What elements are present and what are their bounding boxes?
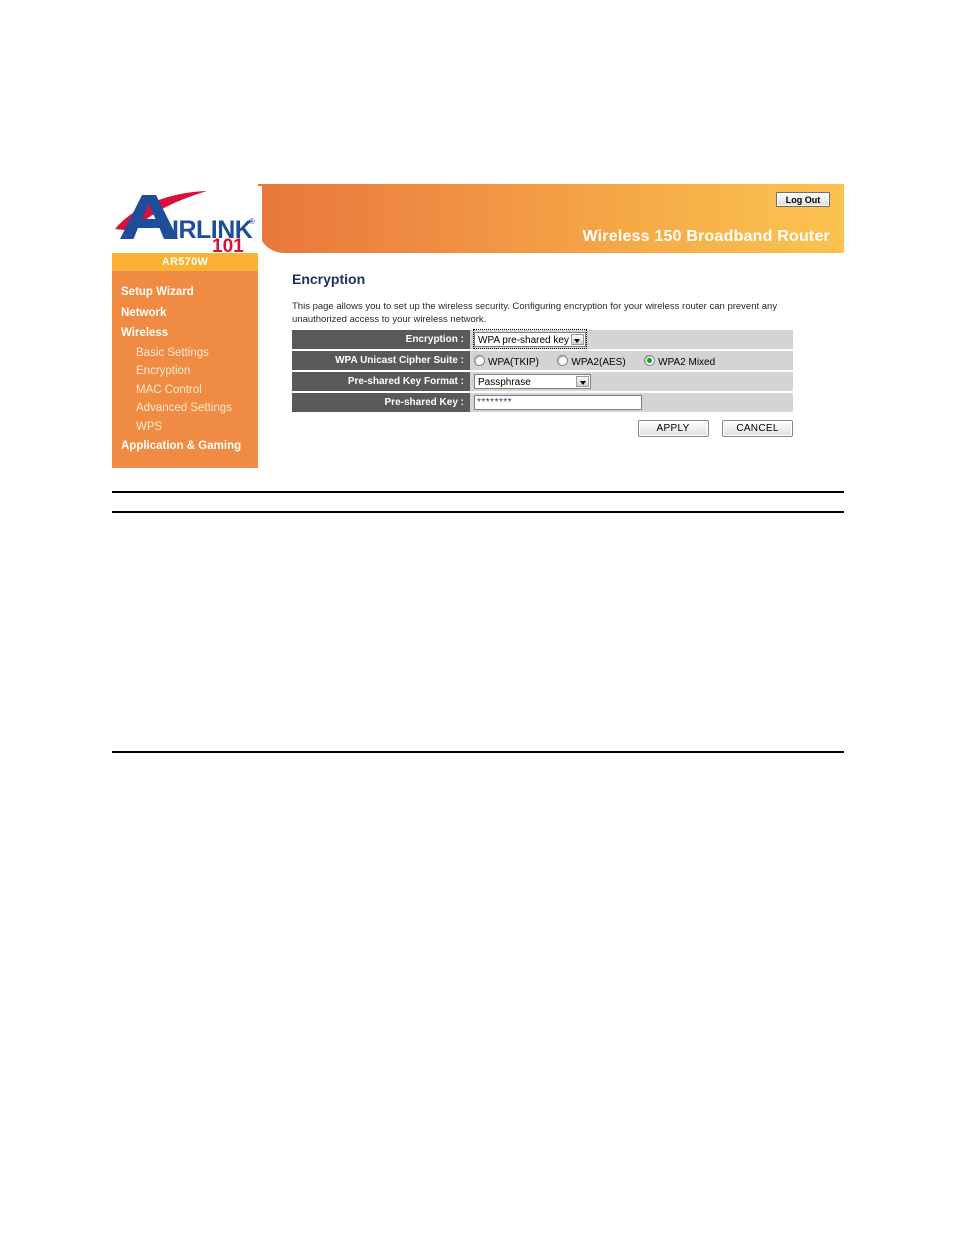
chevron-down-icon[interactable] [570, 334, 584, 346]
sidebar-nav: Setup Wizard Network Wireless Basic Sett… [112, 271, 258, 457]
radio-wpa2-aes-label: WPA2(AES) [571, 356, 626, 368]
logo-101: 101 [212, 236, 244, 253]
radio-wpa2-mixed-label: WPA2 Mixed [658, 356, 716, 368]
form-row-encryption: Encryption : WPA pre-shared key [292, 329, 793, 351]
sidebar-item-mac-control[interactable]: MAC Control [112, 381, 258, 400]
apply-button[interactable]: APPLY [637, 420, 709, 437]
encryption-label: Encryption : [292, 330, 470, 351]
sidebar-item-advanced-settings[interactable]: Advanced Settings [112, 399, 258, 418]
preshared-key-value-cell [470, 392, 793, 414]
encryption-select-wrapper: WPA pre-shared key [473, 329, 587, 350]
encryption-select-value: WPA pre-shared key [478, 335, 569, 347]
key-format-select[interactable]: Passphrase [474, 374, 591, 390]
form-row-key-format: Pre-shared Key Format : Passphrase [292, 371, 793, 393]
cipher-suite-value-cell: WPA(TKIP) WPA2(AES) WPA2 Mixed [470, 350, 793, 372]
preshared-key-label: Pre-shared Key : [292, 392, 470, 414]
header-banner: Log Out Wireless 150 Broadband Router [258, 184, 844, 253]
radio-wpa2-mixed[interactable]: WPA2 Mixed [644, 354, 716, 368]
sidebar: AR570W Setup Wizard Network Wireless Bas… [112, 253, 258, 468]
key-format-value-cell: Passphrase [470, 371, 793, 393]
radio-icon[interactable] [474, 354, 485, 366]
preshared-key-input[interactable] [474, 394, 642, 410]
airlink-logo-svg: IRLINK ® 101 [115, 191, 255, 253]
page-title: Encryption [292, 271, 366, 287]
form-row-actions: APPLY CANCEL [292, 413, 793, 437]
ui-header: Log Out Wireless 150 Broadband Router IR… [112, 184, 844, 253]
page-divider-second [112, 511, 844, 513]
logo-registered-mark: ® [249, 217, 255, 226]
logout-button[interactable]: Log Out [776, 192, 830, 207]
form-row-preshared-key: Pre-shared Key : [292, 392, 793, 414]
key-format-select-value: Passphrase [478, 377, 531, 389]
actions-spacer [292, 413, 470, 437]
radio-wpa-tkip-label: WPA(TKIP) [488, 356, 539, 368]
sidebar-item-wireless[interactable]: Wireless [112, 323, 258, 344]
encryption-select[interactable]: WPA pre-shared key [474, 332, 586, 348]
cipher-suite-radio-group: WPA(TKIP) WPA2(AES) WPA2 Mixed [474, 352, 729, 369]
sidebar-item-encryption[interactable]: Encryption [112, 362, 258, 381]
radio-wpa-tkip[interactable]: WPA(TKIP) [474, 354, 539, 368]
encryption-form: Encryption : WPA pre-shared key WPA Unic… [292, 329, 793, 437]
radio-icon-selected[interactable] [644, 354, 656, 366]
actions-cell: APPLY CANCEL [470, 413, 793, 437]
main-content: Encryption This page allows you to set u… [258, 253, 844, 468]
page-divider-bottom [112, 751, 844, 753]
sidebar-item-setup-wizard[interactable]: Setup Wizard [112, 282, 258, 303]
encryption-value-cell: WPA pre-shared key [470, 329, 793, 351]
router-web-ui: Log Out Wireless 150 Broadband Router IR… [112, 184, 844, 468]
sidebar-model-label: AR570W [112, 253, 258, 271]
key-format-select-wrapper: Passphrase [474, 372, 591, 390]
document-page: Log Out Wireless 150 Broadband Router IR… [0, 0, 954, 1235]
sidebar-item-basic-settings[interactable]: Basic Settings [112, 344, 258, 363]
key-format-label: Pre-shared Key Format : [292, 371, 470, 393]
page-description: This page allows you to set up the wirel… [292, 301, 778, 325]
cipher-suite-label: WPA Unicast Cipher Suite : [292, 350, 470, 372]
sidebar-item-wps[interactable]: WPS [112, 418, 258, 437]
radio-wpa2-aes[interactable]: WPA2(AES) [557, 354, 626, 368]
product-title: Wireless 150 Broadband Router [582, 228, 830, 245]
page-divider-top [112, 491, 844, 493]
radio-icon[interactable] [557, 354, 569, 366]
airlink-logo: IRLINK ® 101 [112, 186, 262, 253]
sidebar-item-network[interactable]: Network [112, 303, 258, 324]
sidebar-item-application-gaming[interactable]: Application & Gaming [112, 436, 258, 457]
form-row-cipher-suite: WPA Unicast Cipher Suite : WPA(TKIP) WPA… [292, 350, 793, 372]
chevron-down-icon[interactable] [576, 376, 589, 388]
cancel-button[interactable]: CANCEL [722, 420, 793, 437]
